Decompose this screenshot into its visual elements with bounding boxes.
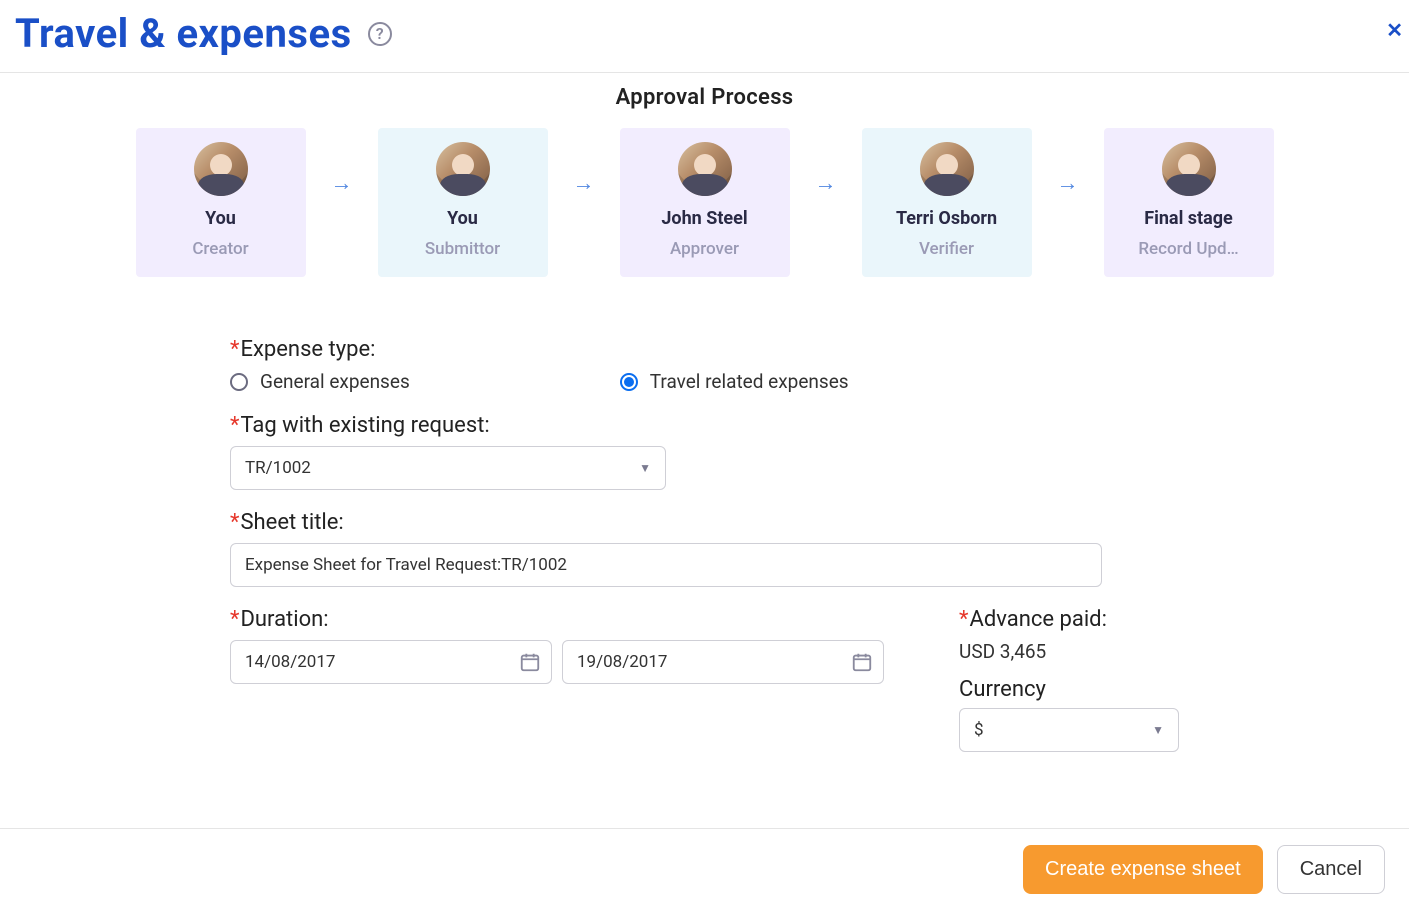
stage-role: Verifier — [872, 239, 1022, 259]
advance-paid-value: USD 3,465 — [959, 640, 1179, 663]
dialog-footer: Create expense sheet Cancel — [0, 828, 1409, 910]
close-icon[interactable]: ✕ — [1386, 18, 1403, 42]
stage-role: Creator — [146, 239, 296, 259]
approval-stage-final: Final stage Record Upd… — [1104, 128, 1274, 277]
avatar — [194, 142, 248, 196]
duration-label: *Duration: — [230, 607, 884, 632]
approval-stage-submittor: You Submittor — [378, 128, 548, 277]
chevron-down-icon: ▼ — [1152, 723, 1164, 737]
stage-name: Terri Osborn — [872, 208, 1022, 229]
required-marker: * — [230, 607, 239, 632]
cancel-button[interactable]: Cancel — [1277, 845, 1385, 894]
select-value: TR/1002 — [245, 458, 311, 478]
page-title: Travel & expenses — [15, 10, 352, 57]
input-value: 19/08/2017 — [577, 652, 667, 672]
stage-name: You — [388, 208, 538, 229]
duration-to-input[interactable]: 19/08/2017 — [562, 640, 884, 684]
radio-icon — [620, 373, 638, 391]
radio-label: Travel related expenses — [650, 370, 849, 393]
approval-stage-approver: John Steel Approver — [620, 128, 790, 277]
required-marker: * — [230, 337, 239, 362]
advance-paid-label: *Advance paid: — [959, 607, 1179, 632]
duration-from-input[interactable]: 14/08/2017 — [230, 640, 552, 684]
select-value: $ — [974, 720, 984, 740]
required-marker: * — [230, 413, 239, 438]
avatar — [678, 142, 732, 196]
input-value: 14/08/2017 — [245, 652, 335, 672]
currency-select[interactable]: $ ▼ — [959, 708, 1179, 752]
calendar-icon[interactable] — [519, 651, 541, 673]
expense-form: *Expense type: General expenses Travel r… — [0, 307, 1409, 752]
arrow-icon: → — [1048, 128, 1088, 196]
stage-name: Final stage — [1114, 208, 1264, 229]
avatar — [436, 142, 490, 196]
stage-role: Approver — [630, 239, 780, 259]
required-marker: * — [230, 510, 239, 535]
expense-type-options: General expenses Travel related expenses — [230, 370, 1179, 393]
expense-type-label: *Expense type: — [230, 337, 1179, 362]
page-header: Travel & expenses ? ✕ — [0, 0, 1409, 73]
approval-process: You Creator → You Submittor → John Steel… — [0, 110, 1409, 307]
create-expense-sheet-button[interactable]: Create expense sheet — [1023, 845, 1263, 894]
calendar-icon[interactable] — [851, 651, 873, 673]
radio-general-expenses[interactable]: General expenses — [230, 370, 410, 393]
chevron-down-icon: ▼ — [639, 461, 651, 475]
stage-role: Submittor — [388, 239, 538, 259]
currency-label: Currency — [959, 677, 1179, 702]
tag-request-select[interactable]: TR/1002 ▼ — [230, 446, 666, 490]
approval-process-title: Approval Process — [0, 85, 1409, 110]
approval-stage-creator: You Creator — [136, 128, 306, 277]
sheet-title-input[interactable]: Expense Sheet for Travel Request:TR/1002 — [230, 543, 1102, 587]
sheet-title-label: *Sheet title: — [230, 510, 1179, 535]
tag-request-label: *Tag with existing request: — [230, 413, 1179, 438]
stage-name: John Steel — [630, 208, 780, 229]
avatar — [920, 142, 974, 196]
stage-name: You — [146, 208, 296, 229]
radio-icon — [230, 373, 248, 391]
required-marker: * — [959, 607, 968, 632]
arrow-icon: → — [322, 128, 362, 196]
avatar — [1162, 142, 1216, 196]
help-icon[interactable]: ? — [368, 22, 392, 46]
arrow-icon: → — [564, 128, 604, 196]
input-value: Expense Sheet for Travel Request:TR/1002 — [245, 555, 567, 575]
arrow-icon: → — [806, 128, 846, 196]
stage-role: Record Upd… — [1114, 239, 1264, 259]
approval-stage-verifier: Terri Osborn Verifier — [862, 128, 1032, 277]
radio-travel-expenses[interactable]: Travel related expenses — [620, 370, 849, 393]
radio-label: General expenses — [260, 370, 410, 393]
